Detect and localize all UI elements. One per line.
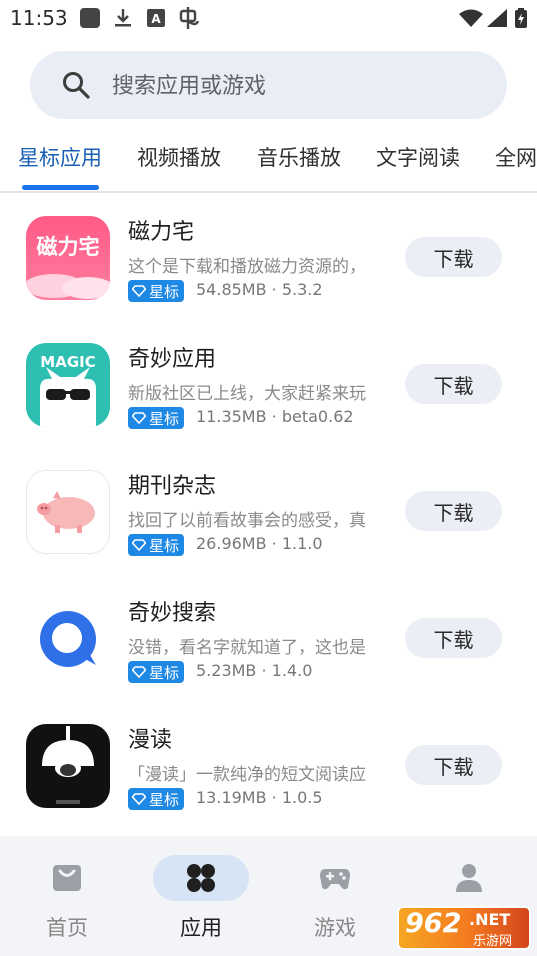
svg-text:磁力宅: 磁力宅	[37, 235, 100, 259]
app-size-version: 11.35MB · beta0.62	[196, 407, 354, 426]
bug-icon	[175, 7, 201, 29]
tab-indicator	[22, 185, 99, 190]
nav-label: 首页	[46, 916, 88, 940]
tab-starred-apps[interactable]: 星标应用	[18, 142, 102, 172]
starred-badge: 星标	[128, 661, 185, 683]
signal-icon	[487, 8, 507, 28]
person-icon	[456, 864, 482, 892]
app-icon-magic-search	[26, 597, 110, 681]
app-size-version: 13.19MB · 1.0.5	[196, 788, 323, 807]
tab-music-playback[interactable]: 音乐播放	[257, 142, 341, 172]
app-description: 找回了以前看故事会的感受，真	[128, 511, 366, 531]
app-description: 没错，看名字就知道了，这也是	[128, 638, 366, 658]
app-size-version: 54.85MB · 5.3.2	[196, 280, 323, 299]
app-size-version: 26.96MB · 1.1.0	[196, 534, 323, 553]
app-description: 新版社区已上线，大家赶紧来玩	[128, 384, 366, 404]
app-description: 「漫读」一款纯净的短文阅读应	[128, 765, 366, 785]
diamond-icon	[132, 285, 146, 297]
starred-badge: 星标	[128, 788, 185, 810]
nav-label: 游戏	[314, 916, 356, 940]
app-name: 磁力宅	[128, 220, 195, 245]
download-button[interactable]: 下载	[405, 745, 502, 785]
gamepad-icon	[320, 869, 350, 890]
search-q-logo-icon	[26, 597, 110, 681]
download-button[interactable]: 下载	[405, 237, 502, 277]
svg-text:MAGIC: MAGIC	[40, 353, 95, 371]
list-item[interactable]: MAGIC 奇妙应用 新版社区已上线，大家赶紧来玩 星标 11.35MB · b…	[0, 320, 537, 447]
inbox-icon	[53, 865, 81, 891]
battery-icon	[514, 8, 528, 28]
starred-badge: 星标	[128, 407, 185, 429]
tab-video-playback[interactable]: 视频播放	[137, 142, 221, 172]
search-icon	[62, 71, 90, 99]
app-size-version: 5.23MB · 1.4.0	[196, 661, 313, 680]
magnet-house-logo-icon: 磁力宅	[26, 216, 110, 300]
magic-cat-logo-icon: MAGIC	[26, 343, 110, 427]
svg-text:A: A	[151, 12, 161, 26]
watermark-962-logo: 962 .NET 乐游网	[397, 906, 531, 950]
list-item[interactable]: 磁力宅 磁力宅 这个是下载和播放磁力资源的， 星标 54.85MB · 5.3.…	[0, 193, 537, 320]
app-name: 奇妙搜索	[128, 601, 217, 626]
starred-badge: 星标	[128, 534, 185, 556]
download-button[interactable]: 下载	[405, 618, 502, 658]
tab-text-reading[interactable]: 文字阅读	[376, 142, 460, 172]
category-tabs: 星标应用 视频播放 音乐播放 文字阅读 全网	[0, 128, 537, 192]
nav-apps[interactable]: 应用	[134, 836, 268, 956]
download-button[interactable]: 下载	[405, 491, 502, 531]
app-icon-mandu	[26, 724, 110, 808]
search-bar[interactable]	[30, 51, 507, 119]
diamond-icon	[132, 412, 146, 424]
status-bar: 11:53 A	[0, 0, 537, 36]
tab-all-web[interactable]: 全网	[495, 142, 537, 172]
diamond-icon	[132, 793, 146, 805]
pig-logo-icon	[27, 471, 109, 553]
download-icon	[113, 8, 133, 28]
wifi-icon	[459, 8, 483, 28]
a-badge-icon: A	[146, 8, 166, 28]
app-icon-ciliizhai: 磁力宅	[26, 216, 110, 300]
starred-badge: 星标	[128, 280, 185, 302]
lamp-logo-icon	[26, 724, 110, 808]
download-button[interactable]: 下载	[405, 364, 502, 404]
app-description: 这个是下载和播放磁力资源的，	[128, 257, 366, 277]
list-item[interactable]: 奇妙搜索 没错，看名字就知道了，这也是 星标 5.23MB · 1.4.0 下载	[0, 574, 537, 701]
app-icon-periodicals	[26, 470, 110, 554]
app-name: 漫读	[128, 728, 173, 753]
nav-label: 应用	[180, 916, 222, 940]
nav-games[interactable]: 游戏	[268, 836, 402, 956]
diamond-icon	[132, 666, 146, 678]
nav-home[interactable]: 首页	[0, 836, 134, 956]
diamond-icon	[132, 539, 146, 551]
app-square-icon	[79, 8, 101, 28]
app-name: 期刊杂志	[128, 474, 217, 499]
status-time: 11:53	[10, 6, 68, 30]
app-icon-magic: MAGIC	[26, 343, 110, 427]
list-item[interactable]: 期刊杂志 找回了以前看故事会的感受，真 星标 26.96MB · 1.1.0 下…	[0, 447, 537, 574]
search-input[interactable]	[110, 65, 474, 107]
list-item[interactable]: 漫读 「漫读」一款纯净的短文阅读应 星标 13.19MB · 1.0.5 下载	[0, 701, 537, 828]
apps-grid-icon	[187, 864, 215, 892]
app-name: 奇妙应用	[128, 347, 217, 372]
